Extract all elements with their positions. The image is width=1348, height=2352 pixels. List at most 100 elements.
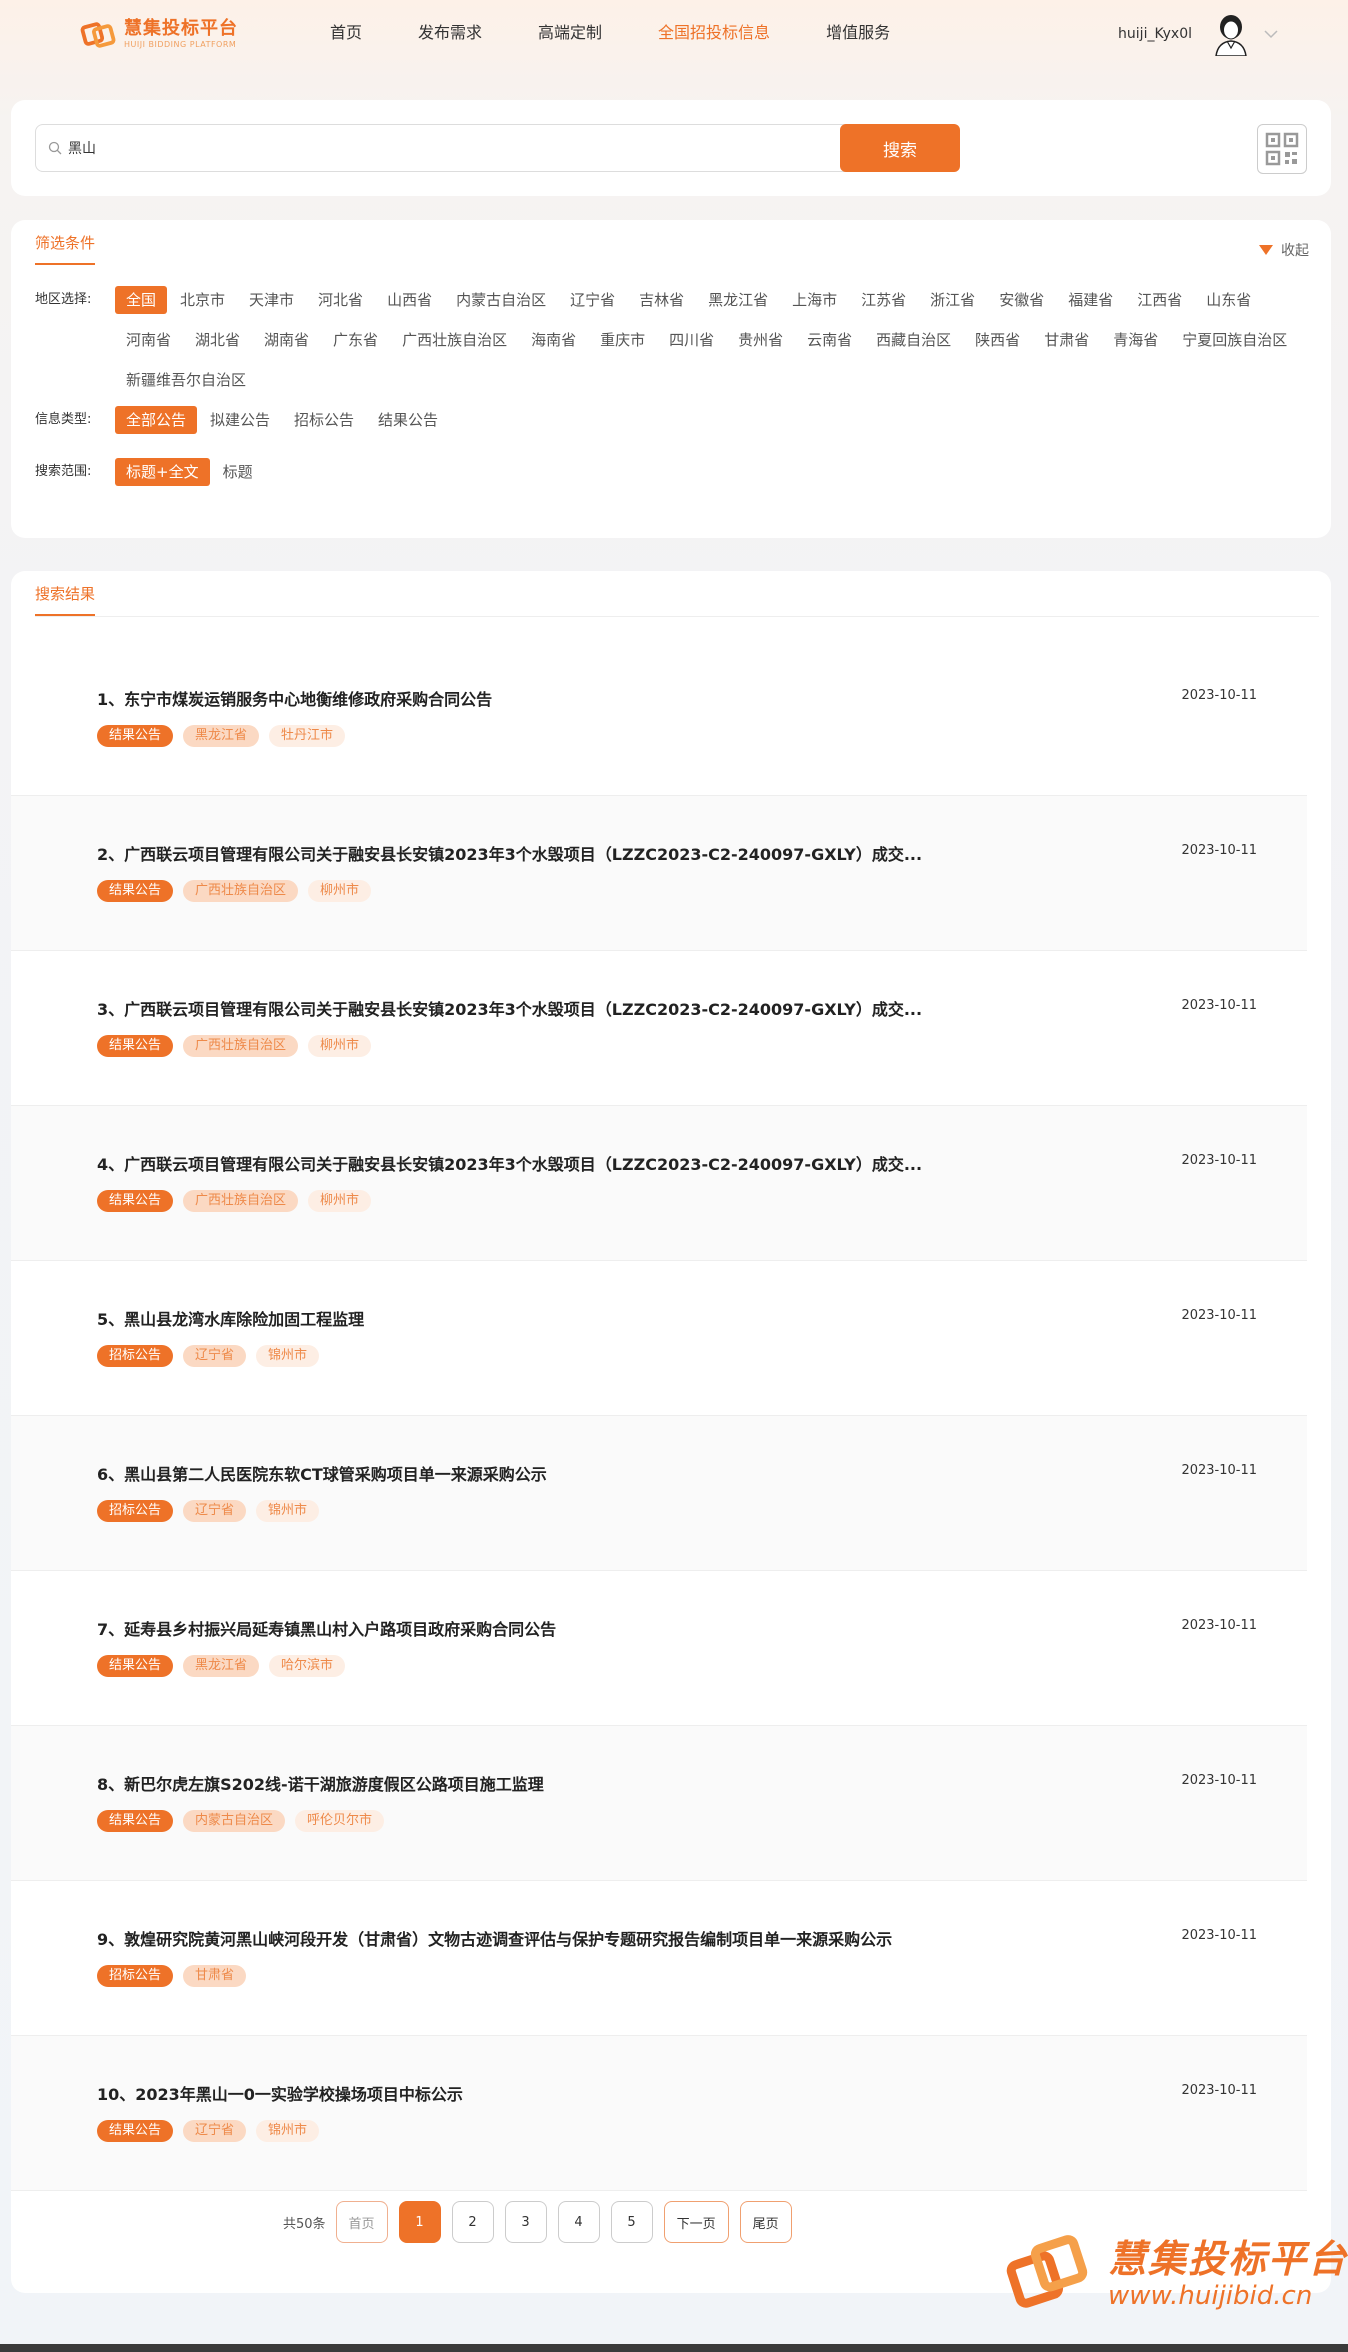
region-option[interactable]: 贵州省 [727, 326, 794, 354]
region-option[interactable]: 北京市 [169, 286, 236, 314]
result-title[interactable]: 2、广西联云项目管理有限公司关于融安县长安镇2023年3个水毁项目（LZZC20… [97, 841, 922, 865]
region-option[interactable]: 吉林省 [628, 286, 695, 314]
nav-home[interactable]: 首页 [330, 22, 362, 44]
region-option[interactable]: 湖南省 [253, 326, 320, 354]
page-number-button[interactable]: 4 [557, 2201, 600, 2243]
nav-custom[interactable]: 高端定制 [538, 22, 602, 44]
result-title[interactable]: 9、敦煌研究院黄河黑山峡河段开发（甘肃省）文物古迹调查评估与保护专题研究报告编制… [97, 1926, 892, 1950]
type-tag: 招标公告 [97, 1345, 174, 1367]
region-option[interactable]: 广西壮族自治区 [391, 326, 518, 354]
result-row[interactable]: 1、东宁市煤炭运销服务中心地衡维修政府采购合同公告 2023-10-11 结果公… [11, 641, 1307, 796]
triangle-down-icon [1259, 245, 1273, 255]
info-type-option[interactable]: 全部公告 [115, 406, 198, 434]
result-title[interactable]: 8、新巴尔虎左旗S202线-诺干湖旅游度假区公路项目施工监理 [97, 1771, 544, 1795]
region-option[interactable]: 云南省 [796, 326, 863, 354]
result-title[interactable]: 6、黑山县第二人民医院东软CT球管采购项目单一来源采购公示 [97, 1461, 547, 1485]
city-tag: 锦州市 [256, 1345, 320, 1367]
result-date: 2023-10-11 [1181, 2083, 1257, 2098]
region-option[interactable]: 安徽省 [988, 286, 1055, 314]
region-option[interactable]: 天津市 [238, 286, 305, 314]
result-row[interactable]: 4、广西联云项目管理有限公司关于融安县长安镇2023年3个水毁项目（LZZC20… [11, 1106, 1307, 1261]
result-title[interactable]: 5、黑山县龙湾水库除险加固工程监理 [97, 1306, 364, 1330]
qr-code-button[interactable] [1257, 124, 1307, 174]
region-option[interactable]: 广东省 [322, 326, 389, 354]
region-option[interactable]: 重庆市 [589, 326, 656, 354]
page-number-button[interactable]: 2 [451, 2201, 494, 2243]
result-row[interactable]: 8、新巴尔虎左旗S202线-诺干湖旅游度假区公路项目施工监理 2023-10-1… [11, 1726, 1307, 1881]
result-title[interactable]: 7、延寿县乡村振兴局延寿镇黑山村入户路项目政府采购合同公告 [97, 1616, 556, 1640]
page-number-button[interactable]: 5 [610, 2201, 653, 2243]
result-tags: 结果公告 广西壮族自治区 柳州市 [97, 880, 381, 902]
result-title[interactable]: 4、广西联云项目管理有限公司关于融安县长安镇2023年3个水毁项目（LZZC20… [97, 1151, 922, 1175]
chevron-down-icon[interactable] [1264, 29, 1278, 39]
result-row[interactable]: 9、敦煌研究院黄河黑山峡河段开发（甘肃省）文物古迹调查评估与保护专题研究报告编制… [11, 1881, 1307, 2036]
page-numbers: 12345 [398, 2201, 664, 2243]
region-option[interactable]: 江西省 [1126, 286, 1193, 314]
result-row[interactable]: 7、延寿县乡村振兴局延寿镇黑山村入户路项目政府采购合同公告 2023-10-11… [11, 1571, 1307, 1726]
region-option[interactable]: 福建省 [1057, 286, 1124, 314]
search-button[interactable]: 搜索 [840, 124, 960, 172]
region-option[interactable]: 河北省 [307, 286, 374, 314]
result-row[interactable]: 3、广西联云项目管理有限公司关于融安县长安镇2023年3个水毁项目（LZZC20… [11, 951, 1307, 1106]
total-count: 共50条 [283, 2216, 326, 2232]
province-tag: 黑龙江省 [183, 1655, 260, 1677]
region-option[interactable]: 黑龙江省 [697, 286, 779, 314]
nav-publish[interactable]: 发布需求 [418, 22, 482, 44]
brand-logo[interactable]: 慧集投标平台 HUIJI BIDDING PLATFORM [80, 16, 238, 54]
type-tag: 结果公告 [97, 880, 174, 902]
user-menu[interactable]: huiji_Kyx0l [1118, 12, 1278, 56]
result-row[interactable]: 6、黑山县第二人民医院东软CT球管采购项目单一来源采购公示 2023-10-11… [11, 1416, 1307, 1571]
city-tag: 呼伦贝尔市 [295, 1810, 385, 1832]
next-page-button[interactable]: 下一页 [663, 2201, 729, 2243]
region-option[interactable]: 上海市 [781, 286, 848, 314]
info-type-option[interactable]: 结果公告 [367, 406, 449, 434]
region-option[interactable]: 全国 [115, 286, 168, 314]
result-row[interactable]: 2、广西联云项目管理有限公司关于融安县长安镇2023年3个水毁项目（LZZC20… [11, 796, 1307, 951]
region-option[interactable]: 湖北省 [184, 326, 251, 354]
nav-bidding-info[interactable]: 全国招投标信息 [658, 22, 770, 44]
city-tag: 柳州市 [308, 1190, 372, 1212]
result-title[interactable]: 3、广西联云项目管理有限公司关于融安县长安镇2023年3个水毁项目（LZZC20… [97, 996, 922, 1020]
first-page-button[interactable]: 首页 [335, 2201, 388, 2243]
scope-option[interactable]: 标题 [212, 458, 264, 486]
nav-value-added[interactable]: 增值服务 [826, 22, 890, 44]
last-page-button[interactable]: 尾页 [739, 2201, 792, 2243]
region-option[interactable]: 宁夏回族自治区 [1171, 326, 1298, 354]
result-date: 2023-10-11 [1181, 1928, 1257, 1943]
province-tag: 广西壮族自治区 [183, 1190, 299, 1212]
city-tag: 牡丹江市 [269, 725, 346, 747]
info-type-option[interactable]: 拟建公告 [199, 406, 281, 434]
region-option[interactable]: 甘肃省 [1033, 326, 1100, 354]
result-date: 2023-10-11 [1181, 1773, 1257, 1788]
region-option[interactable]: 新疆维吾尔自治区 [115, 366, 257, 394]
region-option[interactable]: 江苏省 [850, 286, 917, 314]
region-option[interactable]: 辽宁省 [559, 286, 626, 314]
scope-option[interactable]: 标题+全文 [115, 458, 210, 486]
region-option[interactable]: 陕西省 [964, 326, 1031, 354]
page-number-button[interactable]: 1 [398, 2201, 441, 2243]
info-type-option[interactable]: 招标公告 [283, 406, 365, 434]
province-tag: 广西壮族自治区 [183, 1035, 299, 1057]
region-option[interactable]: 山西省 [376, 286, 443, 314]
result-date: 2023-10-11 [1181, 998, 1257, 1013]
region-option[interactable]: 河南省 [115, 326, 182, 354]
region-option[interactable]: 内蒙古自治区 [445, 286, 557, 314]
result-row[interactable]: 10、2023年黑山一0一实验学校操场项目中标公示 2023-10-11 结果公… [11, 2036, 1307, 2191]
result-row[interactable]: 5、黑山县龙湾水库除险加固工程监理 2023-10-11 招标公告 辽宁省 锦州市 [11, 1261, 1307, 1416]
page-number-button[interactable]: 3 [504, 2201, 547, 2243]
result-title[interactable]: 10、2023年黑山一0一实验学校操场项目中标公示 [97, 2081, 463, 2105]
region-option[interactable]: 四川省 [658, 326, 725, 354]
region-option[interactable]: 海南省 [520, 326, 587, 354]
collapse-toggle[interactable]: 收起 [1259, 240, 1309, 260]
result-title[interactable]: 1、东宁市煤炭运销服务中心地衡维修政府采购合同公告 [97, 686, 492, 710]
scope-label: 搜索范围: [35, 464, 92, 479]
city-tag: 锦州市 [256, 1500, 320, 1522]
avatar[interactable] [1212, 12, 1250, 56]
region-option[interactable]: 浙江省 [919, 286, 986, 314]
region-option[interactable]: 西藏自治区 [865, 326, 962, 354]
region-option[interactable]: 青海省 [1102, 326, 1169, 354]
type-tag: 招标公告 [97, 1500, 174, 1522]
result-date: 2023-10-11 [1181, 1618, 1257, 1633]
region-option[interactable]: 山东省 [1195, 286, 1262, 314]
search-input[interactable] [68, 135, 828, 161]
